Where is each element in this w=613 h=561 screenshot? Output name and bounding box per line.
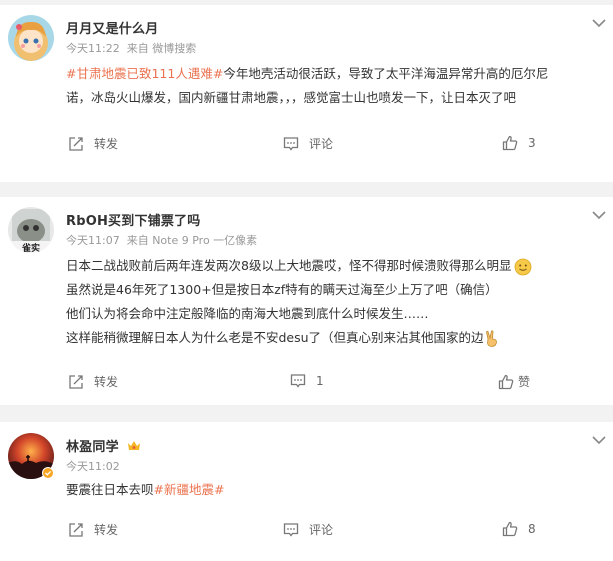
post-text-line: 日本二战战败前后两年连发两次8级以上大地震哎，怪不得那时候溃败得那么明显 bbox=[66, 258, 512, 273]
comment-icon bbox=[283, 522, 299, 537]
like-count: 3 bbox=[528, 136, 536, 150]
comment-icon bbox=[290, 374, 306, 388]
comment-count: 1 bbox=[316, 374, 324, 388]
victory-hand-emoji-icon bbox=[485, 329, 497, 347]
post-text: #甘肃地震已致111人遇难#今年地壳活动很活跃，导致了太平洋海温异常升高的厄尔尼… bbox=[0, 62, 613, 110]
post-meta: 今天11:22 来自 微博搜索 bbox=[66, 40, 196, 56]
repost-icon bbox=[69, 374, 83, 389]
post-card-1: 月月又是什么月 今天11:22 来自 微博搜索 #甘肃地震已致111人遇难#今年地… bbox=[0, 5, 613, 182]
post-time: 今天11:22 bbox=[66, 42, 120, 55]
post-meta: 今天11:02 bbox=[66, 458, 120, 474]
hashtag-link[interactable]: #甘肃地震已致111人遇难# bbox=[66, 66, 223, 81]
post-text-line: 要震往日本去呗 bbox=[66, 482, 154, 497]
repost-label: 转发 bbox=[94, 137, 119, 151]
post-text: 日本二战战败前后两年连发两次8级以上大地震哎，怪不得那时候溃败得那么明显 虽然说… bbox=[0, 254, 613, 350]
post-time: 今天11:02 bbox=[66, 460, 120, 473]
post-source: 来自 微博搜索 bbox=[126, 42, 197, 55]
action-bar: 转发 评论 3 bbox=[0, 121, 613, 169]
like-count: 8 bbox=[528, 522, 536, 536]
like-button[interactable]: 3 bbox=[502, 135, 536, 151]
post-card-3: 林盈同学 今天11:02 要震往日本去呗#新疆地震# 转发 评论 8 bbox=[0, 422, 613, 561]
comment-button[interactable]: 1 bbox=[290, 373, 324, 389]
post-card-2: 雀实 RbOH买到下铺票了吗 今天11:07 来自 Note 9 Pro 一亿像素… bbox=[0, 197, 613, 405]
smile-emoji-icon bbox=[515, 258, 532, 275]
hashtag-link[interactable]: #新疆地震# bbox=[154, 482, 225, 497]
like-button[interactable]: 赞 bbox=[498, 373, 530, 390]
post-username[interactable]: RbOH买到下铺票了吗 bbox=[66, 210, 200, 229]
thumbs-up-icon bbox=[502, 135, 518, 151]
crown-icon bbox=[127, 441, 140, 450]
repost-button[interactable]: 转发 bbox=[68, 135, 118, 152]
thumbs-up-icon bbox=[498, 374, 514, 389]
post-text-line: 诺，冰岛火山爆发，国内新疆甘肃地震，，，感觉富士山也喷发一下，让日本灭了吧 bbox=[66, 90, 517, 105]
post-text-line: 虽然说是46年死了1300+但是按日本zf特有的瞒天过海至少上万了吧（确信） bbox=[66, 282, 498, 297]
repost-label: 转发 bbox=[94, 375, 119, 389]
repost-button[interactable]: 转发 bbox=[68, 521, 118, 538]
action-bar: 转发 1 赞 bbox=[0, 359, 613, 407]
post-meta: 今天11:07 来自 Note 9 Pro 一亿像素 bbox=[66, 232, 257, 248]
repost-icon bbox=[69, 136, 83, 151]
comment-icon bbox=[283, 136, 299, 151]
repost-icon bbox=[69, 522, 83, 537]
comment-button[interactable]: 评论 bbox=[283, 135, 333, 152]
avatar-label: 雀实 bbox=[21, 242, 40, 253]
post-username[interactable]: 林盈同学 bbox=[66, 436, 141, 455]
separator bbox=[0, 405, 613, 422]
like-label: 赞 bbox=[518, 375, 531, 389]
post-source: 来自 Note 9 Pro 一亿像素 bbox=[126, 234, 258, 247]
thumbs-up-icon bbox=[502, 521, 518, 537]
post-username[interactable]: 月月又是什么月 bbox=[66, 18, 158, 37]
post-text: 要震往日本去呗#新疆地震# bbox=[0, 478, 613, 502]
comment-label: 评论 bbox=[309, 523, 334, 537]
separator bbox=[0, 182, 613, 197]
post-time: 今天11:07 bbox=[66, 234, 120, 247]
comment-label: 评论 bbox=[309, 137, 334, 151]
repost-button[interactable]: 转发 bbox=[68, 373, 118, 390]
avatar[interactable]: 雀实 bbox=[8, 207, 54, 253]
like-button[interactable]: 8 bbox=[502, 521, 536, 537]
avatar[interactable] bbox=[8, 15, 54, 61]
action-bar: 转发 评论 8 bbox=[0, 507, 613, 555]
post-text-line: 今年地壳活动很活跃，导致了太平洋海温异常升高的厄尔尼 bbox=[223, 66, 549, 81]
post-text-line: 他们认为将会命中注定般降临的南海大地震到底什么时候发生…… bbox=[66, 306, 429, 321]
post-text-line: 这样能稍微理解日本人为什么老是不安desu了（但真心别来沾其他国家的边 bbox=[66, 330, 484, 345]
repost-label: 转发 bbox=[94, 523, 119, 537]
comment-button[interactable]: 评论 bbox=[283, 521, 333, 538]
